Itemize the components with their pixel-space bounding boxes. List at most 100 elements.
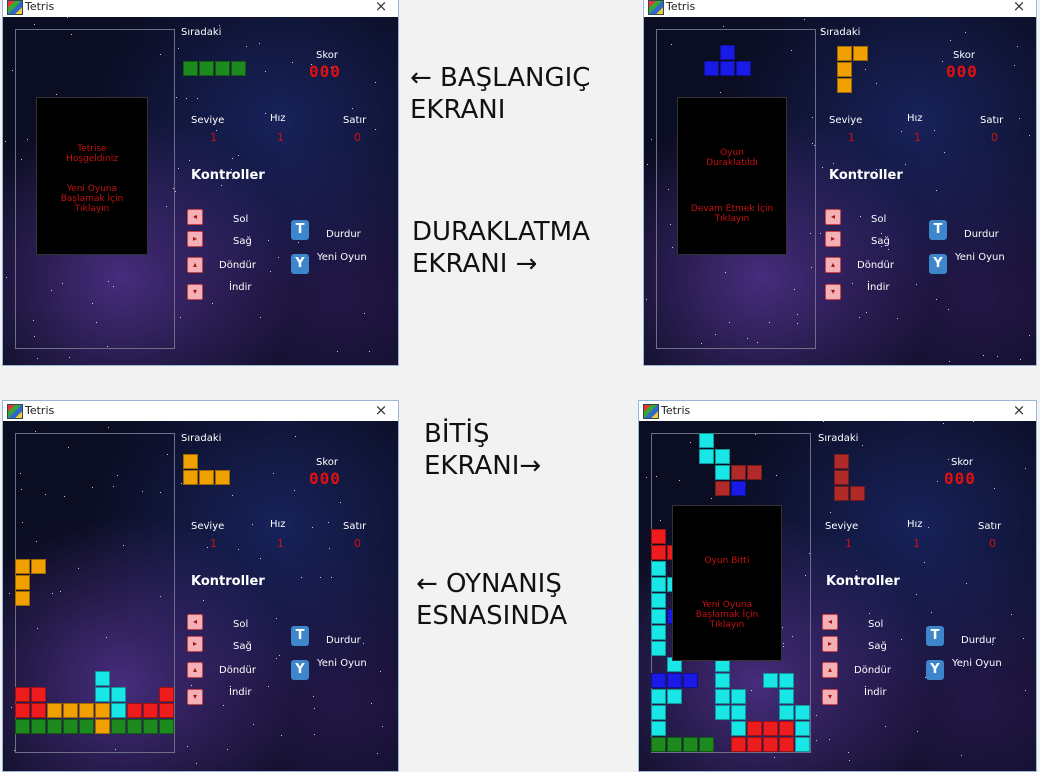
score-label: Skor (951, 457, 974, 468)
right-key-icon[interactable]: ▸ (822, 636, 838, 652)
window-start: Tetris × Tetrise Hoşgeldiniz Yeni Oyuna … (2, 0, 399, 366)
rotate-label: Döndür (219, 260, 256, 271)
rotate-key-icon[interactable]: ▴ (825, 257, 841, 273)
titlebar[interactable]: Tetris × (3, 401, 398, 421)
star (1029, 135, 1030, 136)
game-area: Tetrise Hoşgeldiniz Yeni Oyuna Başlamak … (3, 17, 398, 365)
star (279, 655, 280, 656)
star (232, 495, 233, 496)
star (1017, 46, 1018, 47)
titlebar[interactable]: Tetris × (644, 0, 1036, 17)
drop-key-icon[interactable]: ▾ (187, 689, 203, 705)
lines-value: 0 (989, 537, 996, 550)
pause-overlay[interactable]: Oyun Duraklatıldı Devam Etmek İçin Tıkla… (677, 97, 787, 255)
close-icon[interactable]: × (370, 401, 392, 419)
block (651, 593, 666, 608)
titlebar[interactable]: Tetris × (639, 401, 1036, 421)
right-label: Sağ (233, 236, 252, 247)
star (949, 361, 950, 362)
block (651, 609, 666, 624)
close-icon[interactable]: × (1008, 0, 1030, 15)
block (15, 575, 30, 590)
block (651, 641, 666, 656)
block (779, 705, 794, 720)
block (159, 687, 174, 702)
star (273, 473, 274, 474)
lines-label: Satır (978, 521, 1002, 532)
star (268, 240, 269, 241)
block (47, 703, 62, 718)
drop-label: İndir (229, 282, 252, 293)
drop-key-icon[interactable]: ▾ (825, 284, 841, 300)
score-label: Skor (953, 50, 976, 61)
block (667, 673, 682, 688)
pause-key-icon[interactable]: T (929, 220, 947, 240)
caption-start: ← BAŞLANGIÇ EKRANI (410, 63, 591, 125)
block (779, 689, 794, 704)
right-label: Sağ (233, 641, 252, 652)
star (816, 740, 817, 741)
block (95, 719, 110, 734)
score-value: 000 (309, 62, 341, 81)
block (127, 703, 142, 718)
star (292, 62, 293, 63)
block (63, 703, 78, 718)
next-label: Sıradaki (818, 433, 859, 444)
next-cell (183, 61, 198, 76)
window-title: Tetris (25, 0, 55, 13)
right-key-icon[interactable]: ▸ (187, 636, 203, 652)
rotate-key-icon[interactable]: ▴ (187, 662, 203, 678)
titlebar[interactable]: Tetris × (3, 0, 398, 17)
star (6, 277, 7, 278)
newgame-key-icon[interactable]: Y (291, 660, 309, 680)
star (856, 570, 857, 571)
pause-key-icon[interactable]: T (291, 220, 309, 240)
newgame-key-icon[interactable]: Y (926, 660, 944, 680)
block (715, 689, 730, 704)
left-key-icon[interactable]: ◂ (187, 209, 203, 225)
next-cell (850, 486, 865, 501)
pause-key-icon[interactable]: T (291, 626, 309, 646)
next-cell (231, 61, 246, 76)
close-icon[interactable]: × (1008, 401, 1030, 419)
block (715, 673, 730, 688)
start-overlay[interactable]: Tetrise Hoşgeldiniz Yeni Oyuna Başlamak … (36, 97, 148, 255)
star (369, 351, 370, 352)
next-cell (834, 486, 849, 501)
pause-key-icon[interactable]: T (926, 626, 944, 646)
close-icon[interactable]: × (370, 0, 392, 15)
window-playing: Tetris × Sıradaki Skor 000 Seviye Hız Sa… (2, 400, 399, 772)
star (1025, 690, 1026, 691)
right-key-icon[interactable]: ▸ (825, 231, 841, 247)
left-key-icon[interactable]: ◂ (822, 614, 838, 630)
right-key-icon[interactable]: ▸ (187, 231, 203, 247)
star (223, 705, 224, 706)
left-key-icon[interactable]: ◂ (825, 209, 841, 225)
star (340, 502, 341, 503)
block (15, 591, 30, 606)
lines-value: 0 (991, 131, 998, 144)
drop-key-icon[interactable]: ▾ (187, 284, 203, 300)
drop-key-icon[interactable]: ▾ (822, 689, 838, 705)
left-label: Sol (871, 214, 887, 225)
block (763, 673, 778, 688)
block (111, 703, 126, 718)
star (189, 160, 190, 161)
block (731, 721, 746, 736)
drop-label: İndir (229, 687, 252, 698)
rotate-key-icon[interactable]: ▴ (187, 257, 203, 273)
star (1020, 359, 1021, 360)
rotate-key-icon[interactable]: ▴ (822, 662, 838, 678)
caption-play: ← OYNANIŞ ESNASINDA (416, 569, 568, 631)
newgame-key-icon[interactable]: Y (291, 254, 309, 274)
star (1023, 638, 1024, 639)
star (934, 130, 935, 131)
left-key-icon[interactable]: ◂ (187, 614, 203, 630)
gameover-overlay[interactable]: Oyun Bitti Yeni Oyuna Başlamak İçin Tıkl… (672, 505, 782, 661)
star (901, 639, 902, 640)
star (108, 427, 109, 428)
star (69, 357, 70, 358)
block (715, 705, 730, 720)
drop-label: İndir (864, 687, 887, 698)
newgame-key-icon[interactable]: Y (929, 254, 947, 274)
